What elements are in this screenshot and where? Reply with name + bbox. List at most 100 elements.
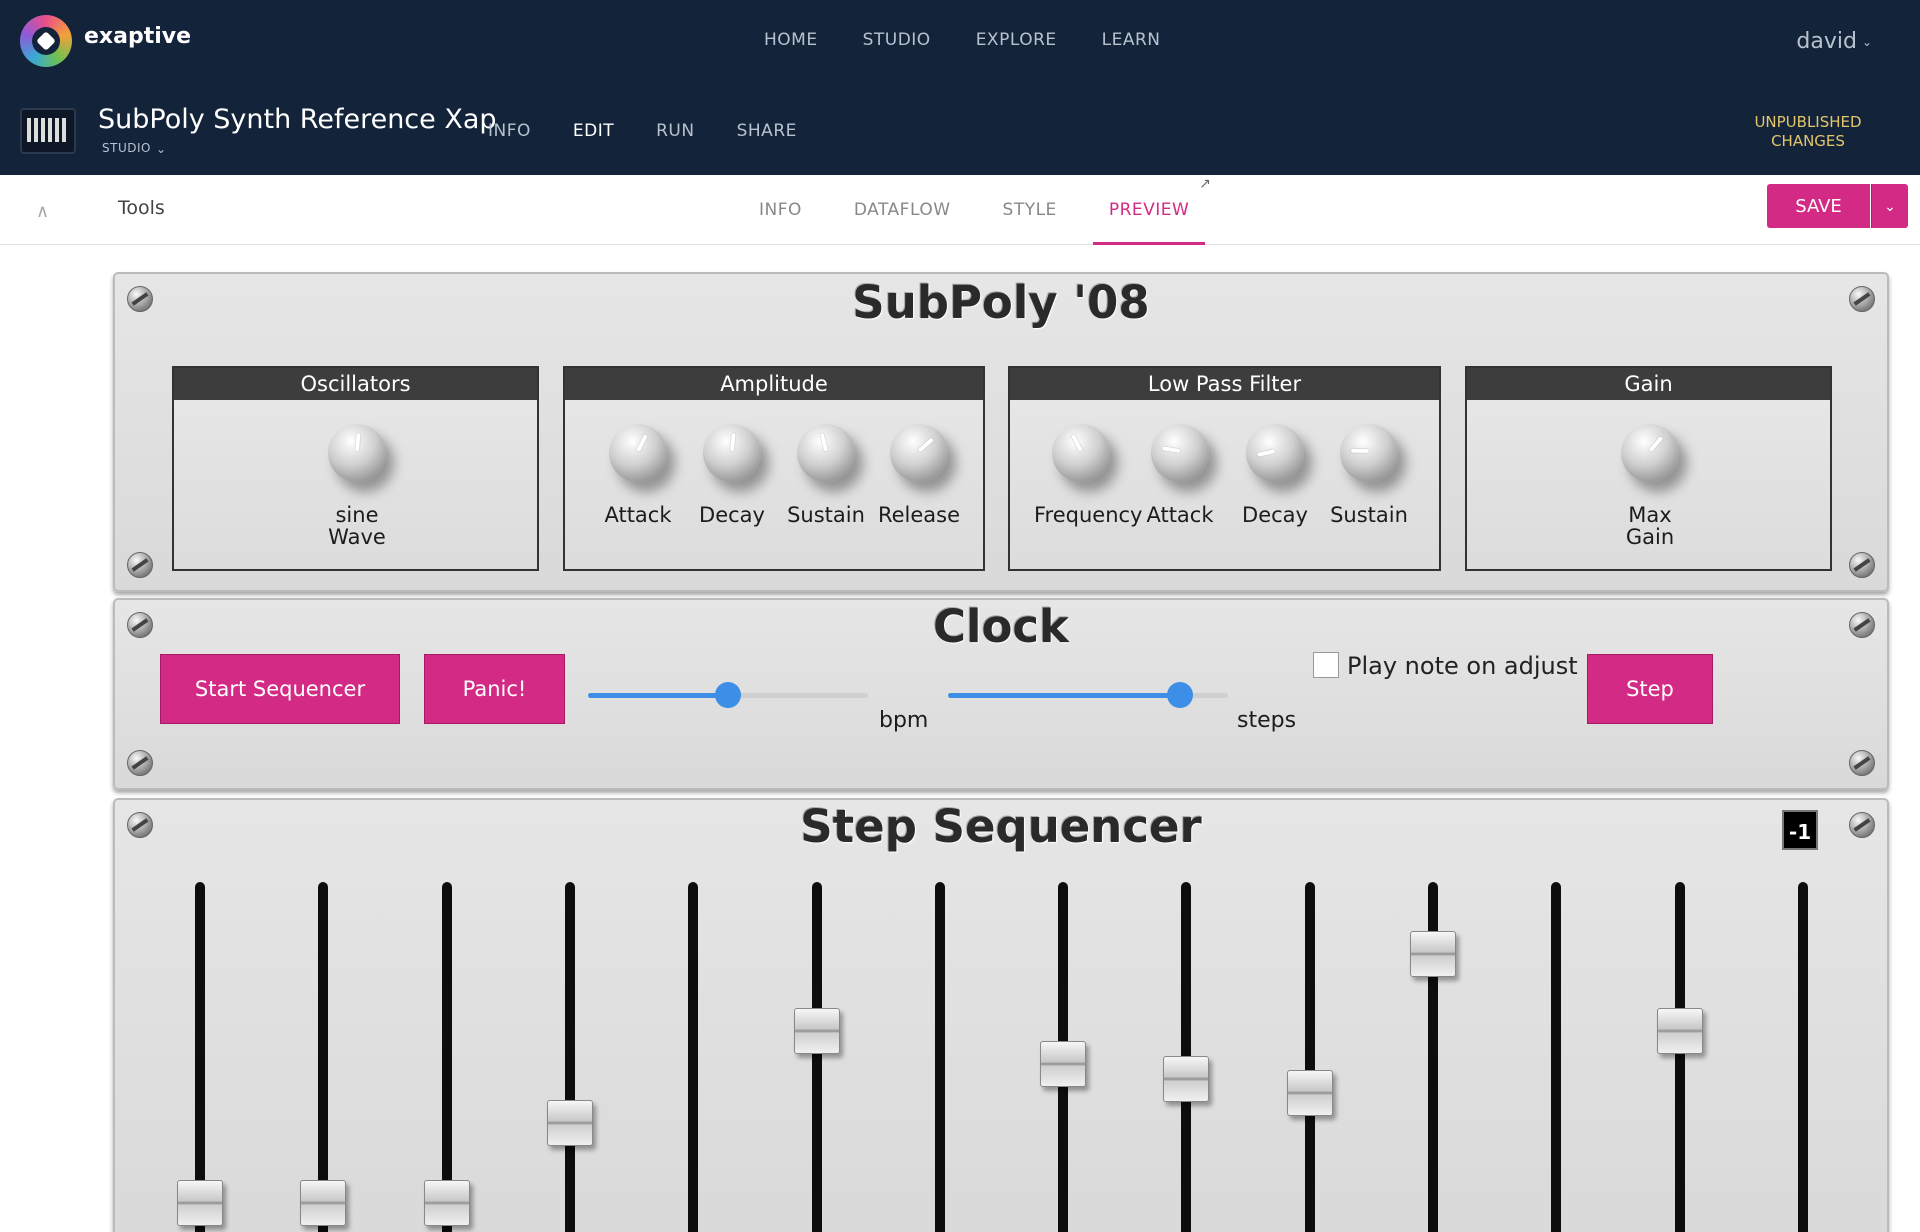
fader-handle[interactable]	[793, 1008, 840, 1055]
exaptive-logo-icon[interactable]	[20, 15, 72, 67]
module-oscillators: Oscillators sine Wave	[172, 366, 539, 571]
screw-icon	[127, 750, 153, 776]
steps-unit: steps	[1237, 708, 1297, 733]
bpm-slider-fill	[588, 693, 728, 698]
module-header: Oscillators	[174, 368, 537, 400]
fader-handle[interactable]	[1286, 1070, 1333, 1117]
fader-rail[interactable]	[688, 882, 699, 1232]
module-header: Amplitude	[565, 368, 983, 400]
fader-rail[interactable]	[1797, 882, 1808, 1232]
steps-slider[interactable]	[948, 682, 1228, 708]
step-button[interactable]: Step	[1587, 654, 1713, 724]
knob-dial[interactable]	[1246, 424, 1304, 482]
screw-icon	[1849, 750, 1875, 776]
fader-rail[interactable]	[1551, 882, 1562, 1232]
play-note-checkbox[interactable]	[1313, 652, 1339, 678]
knob-label: Release	[877, 503, 961, 527]
knob-label: Decay	[1242, 503, 1308, 527]
bpm-slider[interactable]	[588, 682, 868, 708]
editor-toolbar: ∧ Tools INFO DATAFLOW STYLE PREVIEW ↗	[0, 175, 1920, 245]
module-low-pass-filter: Low Pass Filter Frequency Attack Decay Susta…	[1008, 366, 1441, 571]
fader-handle[interactable]	[1410, 931, 1456, 978]
unpublished-status[interactable]: UNPUBLISHED CHANGES	[1738, 113, 1878, 151]
status-line-2: CHANGES	[1771, 132, 1845, 150]
user-menu[interactable]: david ⌄	[1796, 29, 1872, 54]
fader-handle[interactable]	[177, 1180, 223, 1226]
xap-location-menu[interactable]: STUDIO ⌄	[102, 141, 167, 156]
knob-indicator	[355, 432, 361, 452]
save-button[interactable]: SAVE	[1767, 184, 1870, 228]
nav-explore[interactable]: EXPLORE	[976, 30, 1057, 50]
knob-label: Max Gain	[1625, 503, 1675, 549]
knob-label-line: Wave	[328, 525, 386, 549]
knob-dial[interactable]	[703, 424, 761, 482]
tab-style[interactable]: STYLE	[987, 175, 1073, 245]
knob-control: Sustain	[779, 424, 873, 526]
fader-rail[interactable]	[1674, 882, 1685, 1232]
nav-learn[interactable]: LEARN	[1102, 30, 1161, 50]
steps-slider-thumb[interactable]	[1167, 682, 1194, 708]
knob-control: Frequency	[1034, 424, 1143, 526]
knob-dial[interactable]	[890, 424, 948, 482]
xap-nav-share[interactable]: SHARE	[737, 121, 797, 141]
brand-name[interactable]: exaptive	[84, 24, 191, 49]
knob-control: Sustain	[1322, 424, 1416, 526]
knob-control: Release	[872, 424, 966, 526]
preview-area: SubPoly '08 Oscillators sine Wave Amplitude…	[0, 246, 1920, 1232]
xap-nav-run[interactable]: RUN	[656, 121, 694, 141]
clock-panel: Clock Start Sequencer Panic! bpm steps P…	[113, 598, 1889, 790]
fader-rail[interactable]	[934, 882, 945, 1232]
knob-dial[interactable]	[1151, 424, 1209, 482]
chevron-down-icon: ⌄	[1861, 35, 1872, 49]
knob-dial[interactable]	[1340, 424, 1398, 482]
knob-indicator	[1071, 434, 1083, 452]
external-link-icon[interactable]: ↗	[1199, 149, 1211, 219]
knob-dial[interactable]	[1052, 424, 1110, 482]
chevron-down-icon: ⌄	[1884, 197, 1896, 214]
knob-control: Attack	[1133, 424, 1227, 526]
play-note-label[interactable]: Play note on adjust	[1347, 652, 1578, 680]
knob-indicator	[1350, 448, 1370, 453]
knob-control: sine Wave	[310, 424, 404, 548]
xap-nav-edit[interactable]: EDIT	[573, 121, 614, 141]
steps-slider-fill	[948, 693, 1181, 698]
xap-nav-info[interactable]: INFO	[488, 121, 531, 141]
fader-handle[interactable]	[1040, 1040, 1087, 1087]
module-header: Gain	[1467, 368, 1830, 400]
synth-panel: SubPoly '08 Oscillators sine Wave Amplitude…	[113, 272, 1889, 592]
knob-indicator	[1161, 446, 1181, 453]
tab-dataflow[interactable]: DATAFLOW	[838, 175, 967, 245]
fader-rail[interactable]	[564, 882, 575, 1232]
knob-label: Attack	[604, 503, 672, 527]
knob-control: Attack	[591, 424, 685, 526]
panic-button[interactable]: Panic!	[424, 654, 565, 724]
knob-dial[interactable]	[328, 424, 386, 482]
bpm-slider-thumb[interactable]	[715, 682, 741, 708]
clock-title: Clock	[933, 600, 1069, 653]
bpm-unit: bpm	[879, 708, 929, 733]
fader-handle[interactable]	[300, 1180, 347, 1226]
module-header: Low Pass Filter	[1010, 368, 1439, 400]
start-sequencer-button[interactable]: Start Sequencer	[160, 654, 400, 724]
sequencer-title: Step Sequencer	[800, 800, 1202, 853]
tab-info[interactable]: INFO	[743, 175, 818, 245]
save-options-button[interactable]: ⌄	[1871, 184, 1908, 228]
knob-dial[interactable]	[1621, 424, 1679, 482]
nav-studio[interactable]: STUDIO	[863, 30, 931, 50]
knob-label: Decay	[699, 503, 765, 527]
fader-handle[interactable]	[1163, 1055, 1210, 1102]
knob-label: Sustain	[787, 503, 865, 527]
tab-preview[interactable]: PREVIEW ↗	[1092, 175, 1211, 245]
fader-handle[interactable]	[423, 1180, 470, 1226]
knob-dial[interactable]	[609, 424, 667, 482]
knob-label: Sustain	[1330, 503, 1408, 527]
tools-label[interactable]: Tools	[118, 197, 165, 219]
collapse-up-icon[interactable]: ∧	[36, 201, 49, 222]
knob-dial[interactable]	[797, 424, 855, 482]
fader-rail[interactable]	[1304, 882, 1315, 1232]
fader-rail[interactable]	[811, 882, 822, 1232]
fader-handle[interactable]	[1656, 1008, 1703, 1055]
knob-indicator	[1256, 449, 1276, 457]
fader-handle[interactable]	[546, 1100, 593, 1147]
nav-home[interactable]: HOME	[764, 30, 818, 50]
